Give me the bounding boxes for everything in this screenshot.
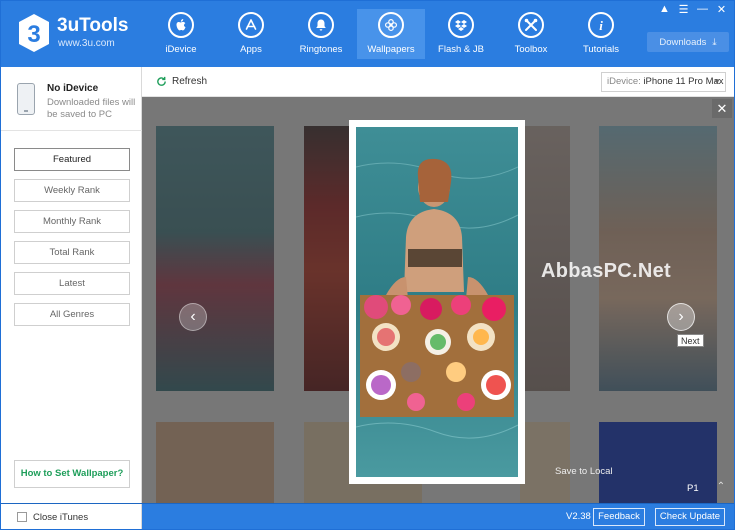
version-label: V2.38 [566,511,591,522]
nav-idevice[interactable]: iDevice [147,9,215,59]
tools-icon [518,12,544,38]
app-name: 3uTools [57,15,129,36]
nav-label: Toolbox [514,44,548,55]
wallpaper-preview [349,120,525,484]
nav-toolbox[interactable]: Toolbox [497,9,565,59]
check-update-button[interactable]: Check Update [655,508,725,526]
how-to-set-wallpaper-link[interactable]: How to Set Wallpaper? [14,460,130,488]
close-itunes-checkbox[interactable] [17,512,27,522]
top-header: 3 3uTools www.3u.com iDevice Apps Ringto… [1,1,734,67]
next-arrow-icon[interactable]: › [667,303,695,331]
menu-monthly-rank[interactable]: Monthly Rank [14,210,130,233]
minimize-icon[interactable]: — [696,3,709,16]
device-title: No iDevice [47,83,99,94]
downloads-button[interactable]: Downloads ⤓ [647,32,729,52]
idevice-value: iPhone 11 Pro Max [643,76,724,87]
wallpaper-preview-image [356,127,518,477]
nav-wallpapers[interactable]: Wallpapers [357,9,425,59]
nav-label: Apps [240,44,262,55]
menu-latest[interactable]: Latest [14,272,130,295]
svg-text:i: i [599,18,603,33]
svg-text:3: 3 [27,21,40,48]
menu-featured[interactable]: Featured [14,148,130,171]
chevron-down-icon: ▼ [713,77,721,86]
scroll-up-icon[interactable]: ⌃ [714,481,728,495]
close-itunes-option[interactable]: Close iTunes [1,504,142,529]
apple-icon [168,12,194,38]
idevice-prefix: iDevice: [607,76,641,87]
app-site: www.3u.com [58,38,115,49]
nav-label: Tutorials [582,44,620,55]
phone-icon [17,83,35,115]
next-tooltip: Next [677,334,704,347]
app-window: 3 3uTools www.3u.com iDevice Apps Ringto… [0,0,735,530]
device-subtitle: Downloaded files will be saved to PC [47,97,136,120]
download-icon: ⤓ [712,36,717,48]
nav-apps[interactable]: Apps [217,9,285,59]
close-icon[interactable]: ✕ [715,3,728,16]
category-menu: Featured Weekly Rank Monthly Rank Total … [14,148,130,334]
app-logo: 3 [19,14,49,52]
save-to-local-button[interactable]: Save to Local [555,466,613,477]
nav-label: Flash & JB [438,44,484,55]
toolbar: Refresh iDevice: iPhone 11 Pro Max ▼ [142,67,734,97]
menu-total-rank[interactable]: Total Rank [14,241,130,264]
nav-ringtones[interactable]: Ringtones [287,9,355,59]
watermark-text: AbbasPC.Net [541,260,671,282]
shirt-icon[interactable]: ▲ [658,3,671,16]
nav-flash-jb[interactable]: Flash & JB [427,9,495,59]
status-bar: Close iTunes V2.38 Feedback Check Update [1,503,734,529]
device-panel: No iDevice Downloaded files will be save… [1,67,142,131]
nav-tutorials[interactable]: i Tutorials [567,9,635,59]
nav-label: iDevice [165,44,197,55]
sidebar: No iDevice Downloaded files will be save… [1,67,142,503]
feedback-button[interactable]: Feedback [593,508,645,526]
menu-all-genres[interactable]: All Genres [14,303,130,326]
main-nav: iDevice Apps Ringtones Wallpapers Flash … [147,9,637,59]
info-icon: i [588,12,614,38]
dropbox-icon [448,12,474,38]
nav-label: Wallpapers [367,44,415,55]
close-itunes-label: Close iTunes [33,511,89,523]
window-controls: ▲ ☰ — ✕ [658,3,728,16]
downloads-label: Downloads [659,36,707,48]
refresh-button[interactable]: Refresh [156,76,207,87]
nav-label: Ringtones [299,44,343,55]
refresh-label: Refresh [172,76,208,87]
menu-weekly-rank[interactable]: Weekly Rank [14,179,130,202]
menu-icon[interactable]: ☰ [677,3,690,16]
bell-icon [308,12,334,38]
flower-icon [378,12,404,38]
app-store-icon [238,12,264,38]
refresh-icon [157,76,166,86]
previous-arrow-icon[interactable]: ‹ [179,303,207,331]
page-indicator: P1 [687,483,699,494]
close-preview-button[interactable]: ✕ [712,99,732,118]
idevice-select[interactable]: iDevice: iPhone 11 Pro Max ▼ [601,72,726,92]
